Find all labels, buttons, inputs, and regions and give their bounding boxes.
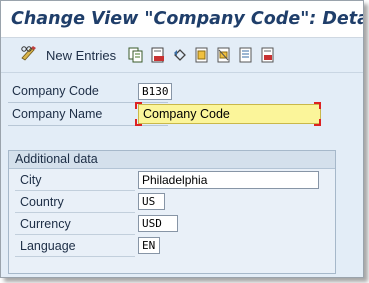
country-field[interactable]: US [138,193,165,210]
title-bar: Change View "Company Code": Details [1,1,363,38]
row-divider [8,102,168,103]
country-label: Country [20,195,64,209]
row-divider [15,234,135,235]
focus-corner [314,119,321,126]
row-divider [15,256,135,257]
deselect-icon[interactable] [216,47,232,63]
company-name-field[interactable]: Company Code [138,104,321,124]
window-title: Change View "Company Code": Details [11,9,364,29]
company-code-label: Company Code [12,84,99,98]
sap-window: Change View "Company Code": Details New … [0,0,364,278]
focus-corner [135,102,142,109]
row-divider [8,125,168,126]
focus-corner [314,102,321,109]
copy-icon[interactable] [128,47,144,63]
delete-icon[interactable] [150,47,166,63]
additional-data-group: Additional data City Philadelphia Countr… [8,150,336,274]
group-title: Additional data [9,151,335,169]
language-field[interactable]: EN [138,237,160,254]
row-divider [15,212,135,213]
detail-form: Company Code B130 Company Name Company C… [1,73,363,274]
company-code-field[interactable]: B130 [138,83,172,100]
pencil-glasses-icon [20,45,38,66]
language-label: Language [20,239,76,253]
select-all-icon[interactable] [194,47,210,63]
print-icon[interactable] [260,47,276,63]
details-icon[interactable] [238,47,254,63]
city-label: City [20,173,42,187]
currency-label: Currency [20,217,71,231]
city-field[interactable]: Philadelphia [138,171,319,189]
new-entries-button[interactable]: New Entries [20,45,128,66]
row-divider [15,190,135,191]
currency-field[interactable]: USD [138,215,178,232]
new-entries-label: New Entries [46,47,117,63]
company-name-label: Company Name [12,107,103,121]
application-toolbar: New Entries [1,38,363,73]
focus-corner [135,119,142,126]
undo-icon[interactable] [172,47,188,63]
